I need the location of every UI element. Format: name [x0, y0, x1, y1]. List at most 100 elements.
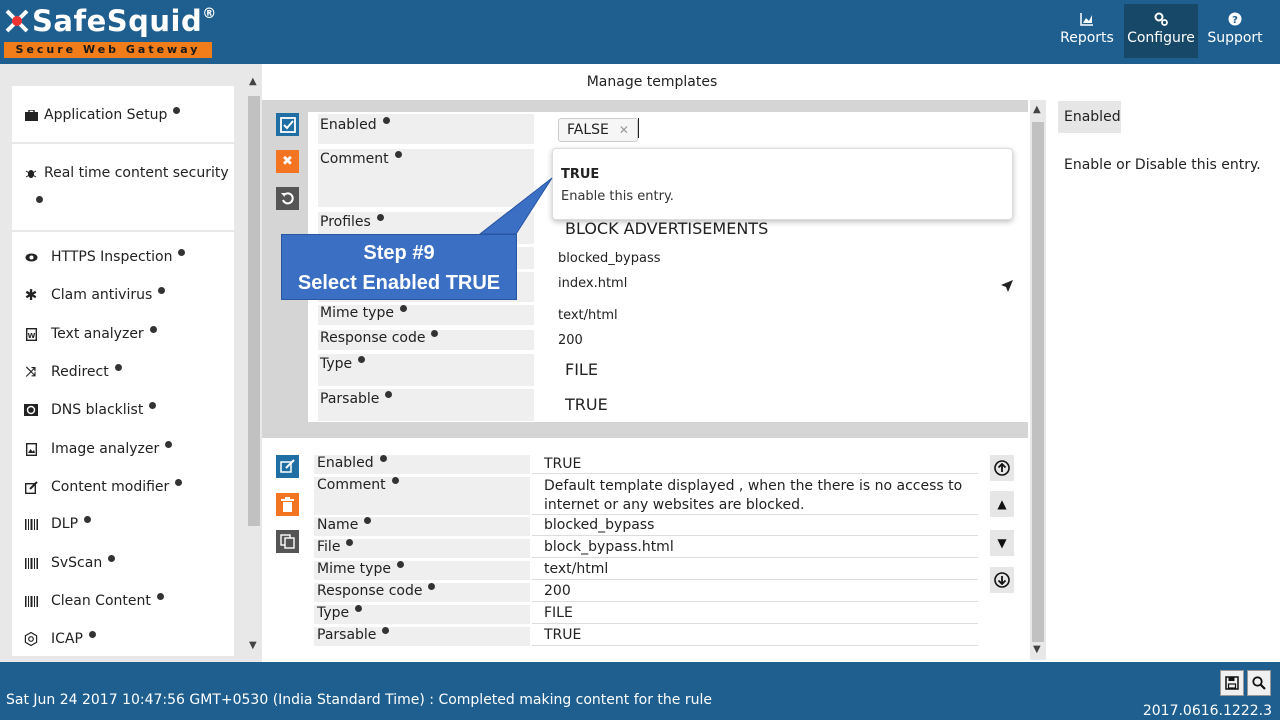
- sidebar-item-dlp[interactable]: DLP: [24, 515, 92, 532]
- enabled-dropdown: TRUE Enable this entry.: [552, 148, 1013, 220]
- info-icon: [149, 325, 157, 333]
- info-icon: [158, 286, 166, 294]
- record-value-comment: Default template displayed , when the th…: [532, 477, 978, 515]
- sidebar-item-clean-content[interactable]: Clean Content: [24, 592, 164, 609]
- sidebar: ▲ ▼: [0, 64, 262, 662]
- scroll-up-arrow-icon[interactable]: ▲: [1033, 104, 1041, 115]
- record-label-enabled: Enabled: [314, 455, 530, 474]
- parsable-select[interactable]: TRUE: [536, 389, 1026, 421]
- sidebar-scrollbar[interactable]: ▲ ▼: [246, 72, 262, 656]
- search-button[interactable]: [1247, 670, 1271, 696]
- info-icon: [149, 401, 157, 409]
- move-down-button[interactable]: ▼: [990, 530, 1014, 556]
- sidebar-item-svscan[interactable]: SvScan: [24, 554, 116, 571]
- status-message: Sat Jun 24 2017 10:47:56 GMT+0530 (India…: [6, 692, 712, 708]
- info-icon: [382, 627, 390, 634]
- type-select[interactable]: FILE: [536, 354, 1026, 386]
- nav-configure-label: Configure: [1127, 30, 1195, 46]
- main-scrollbar[interactable]: ▲ ▼: [1030, 100, 1046, 660]
- sidebar-item-application-setup[interactable]: Application Setup: [24, 106, 181, 123]
- nav-configure[interactable]: Configure: [1124, 4, 1198, 58]
- callout-step-number: Step #9: [363, 242, 435, 264]
- logo[interactable]: SafeSquid® Secure Web Gateway: [4, 4, 216, 60]
- record-label-comment: Comment: [314, 477, 530, 515]
- copy-record-button[interactable]: [276, 530, 299, 553]
- info-icon: [376, 214, 384, 221]
- caret-down-icon: ▼: [997, 536, 1007, 550]
- file-field[interactable]: index.html: [536, 272, 1026, 302]
- name-field[interactable]: blocked_bypass: [536, 247, 1026, 269]
- sidebar-item-image-analyzer[interactable]: Image analyzer: [24, 440, 173, 457]
- send-icon[interactable]: [1000, 279, 1014, 297]
- edit-icon: [24, 480, 38, 494]
- info-icon: [165, 440, 173, 448]
- blacklist-icon: [24, 403, 38, 417]
- enabled-chip[interactable]: FALSE ✕: [558, 118, 638, 142]
- gears-icon: [1154, 12, 1168, 26]
- sidebar-item-clam-antivirus[interactable]: ✱ Clam antivirus: [24, 286, 166, 304]
- info-icon: [391, 477, 399, 484]
- record-label-type: Type: [314, 605, 530, 624]
- info-icon: [114, 363, 122, 371]
- record-value-name: blocked_bypass: [532, 517, 978, 536]
- sidebar-item-text-analyzer[interactable]: W Text analyzer: [24, 325, 157, 342]
- gear-icon: [24, 632, 38, 646]
- mime-type-field[interactable]: text/html: [536, 305, 1026, 325]
- sidebar-item-redirect[interactable]: ⤨ Redirect: [24, 363, 122, 380]
- scroll-up-arrow-icon[interactable]: ▲: [249, 76, 257, 87]
- barcode-icon: [24, 594, 38, 608]
- sidebar-item-content-modifier[interactable]: Content modifier: [24, 478, 183, 495]
- edit-icon: [280, 459, 295, 473]
- main-scroll-thumb[interactable]: [1032, 122, 1044, 642]
- field-label-parsable: Parsable: [318, 389, 534, 421]
- floppy-icon: [1225, 676, 1239, 690]
- sidebar-item-https-inspection[interactable]: HTTPS Inspection: [24, 248, 186, 265]
- close-icon: ✖: [282, 154, 293, 169]
- svg-text:?: ?: [1232, 15, 1238, 26]
- sidebar-item-realtime[interactable]: Real time content security: [24, 165, 229, 181]
- chart-icon: [1080, 13, 1093, 26]
- info-icon: [88, 630, 96, 638]
- reset-entry-button[interactable]: [276, 187, 299, 210]
- briefcase-icon: [24, 108, 38, 122]
- version-label: 2017.0616.1222.3: [1142, 703, 1272, 719]
- save-entry-button[interactable]: [276, 113, 299, 136]
- arrow-circle-down-icon: [994, 572, 1010, 588]
- sidebar-group-realtime[interactable]: [12, 144, 234, 230]
- asterisk-icon: ✱: [24, 286, 38, 304]
- app-header: SafeSquid® Secure Web Gateway Reports Co…: [0, 0, 1280, 64]
- check-square-icon: [279, 116, 296, 133]
- record-label-mime-type: Mime type: [314, 561, 530, 580]
- move-up-button[interactable]: ▲: [990, 491, 1014, 517]
- info-icon: [364, 517, 372, 524]
- step-callout: Step #9 Select Enabled TRUE: [281, 234, 517, 300]
- save-config-button[interactable]: [1220, 670, 1244, 696]
- callout-pointer: [478, 177, 553, 235]
- sidebar-item-dns-blacklist[interactable]: DNS blacklist: [24, 401, 157, 418]
- info-icon: [355, 605, 363, 612]
- scroll-down-arrow-icon[interactable]: ▼: [249, 640, 257, 651]
- response-code-field[interactable]: 200: [536, 330, 1026, 350]
- record-value-response-code: 200: [532, 583, 978, 602]
- record-value-type: FILE: [532, 605, 978, 624]
- cancel-entry-button[interactable]: ✖: [276, 150, 299, 173]
- nav-reports[interactable]: Reports: [1050, 4, 1124, 58]
- sidebar-scroll-thumb[interactable]: [248, 96, 260, 526]
- record-value-file: block_bypass.html: [532, 539, 978, 558]
- dropdown-option-true[interactable]: TRUE: [561, 167, 599, 182]
- record-label-file: File: [314, 539, 530, 558]
- eye-icon: [24, 250, 38, 264]
- move-top-button[interactable]: [990, 455, 1014, 481]
- move-bottom-button[interactable]: [990, 567, 1014, 593]
- field-label-enabled: Enabled: [318, 114, 534, 144]
- nav-support[interactable]: ? Support: [1198, 4, 1272, 58]
- file-image-icon: [24, 442, 38, 456]
- delete-record-button[interactable]: [276, 493, 299, 516]
- sidebar-item-icap[interactable]: ICAP: [24, 630, 96, 647]
- info-icon: [385, 391, 393, 398]
- chip-remove-icon[interactable]: ✕: [619, 123, 629, 137]
- random-icon: ⤨: [25, 364, 37, 380]
- edit-record-button[interactable]: [276, 455, 299, 478]
- scroll-down-arrow-icon[interactable]: ▼: [1033, 644, 1041, 655]
- dropdown-option-description: Enable this entry.: [561, 189, 674, 204]
